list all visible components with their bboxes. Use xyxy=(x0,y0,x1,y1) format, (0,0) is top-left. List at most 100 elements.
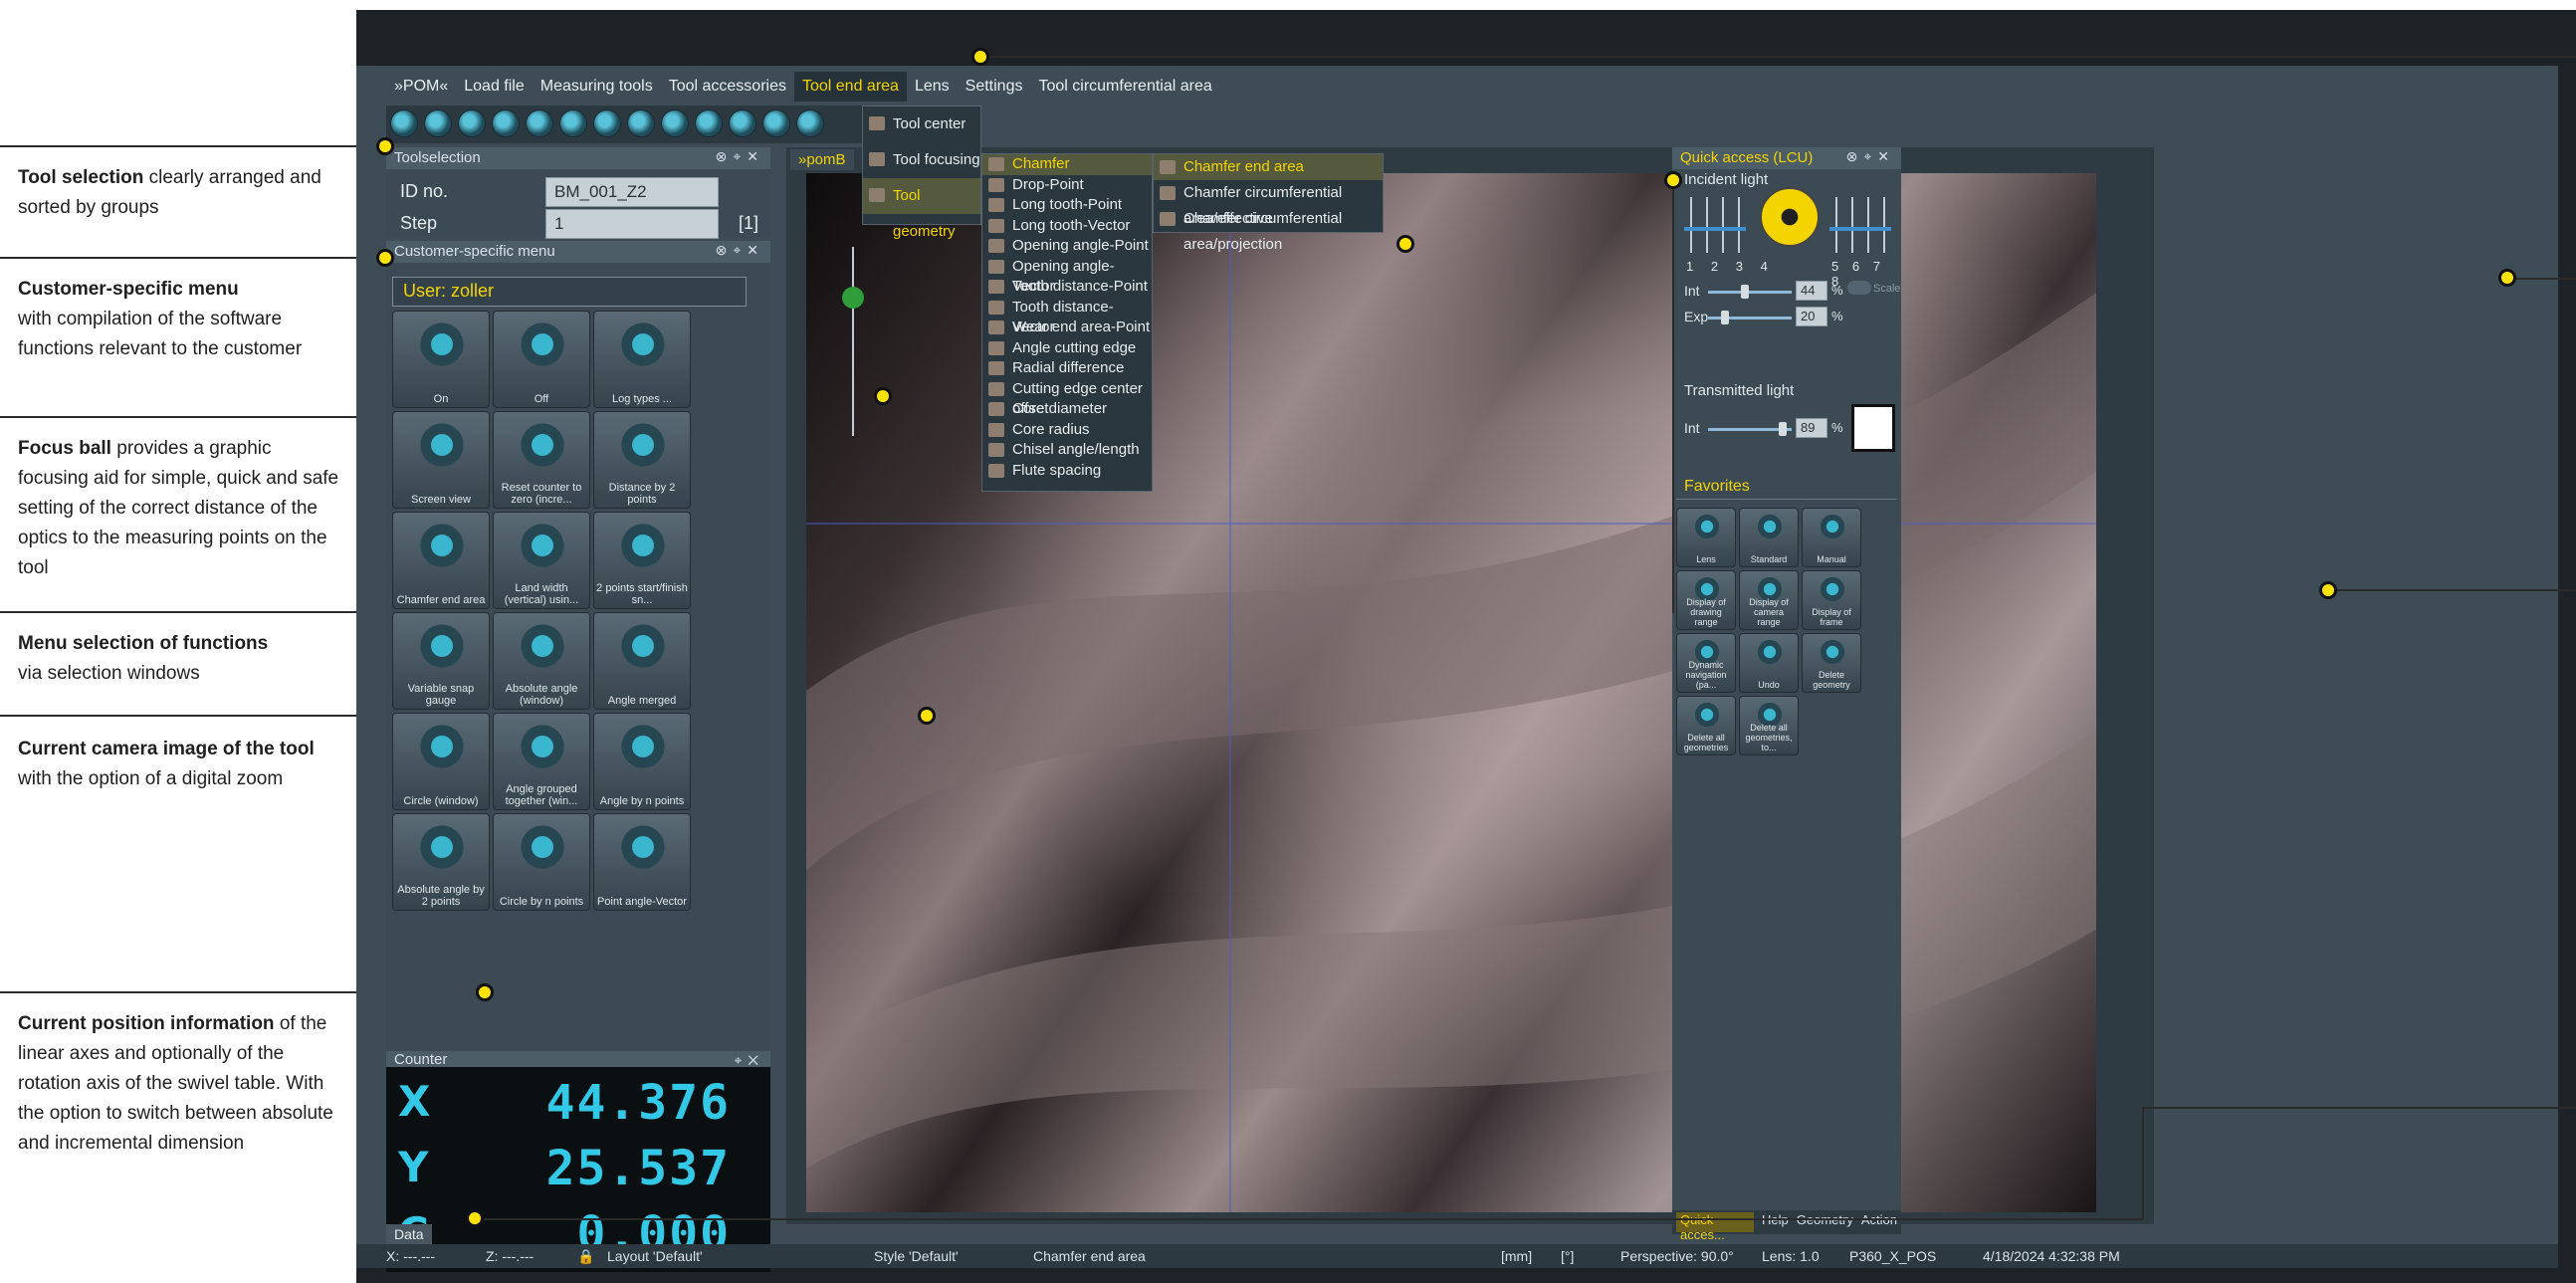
menu-item-geometry[interactable]: Flute spacing xyxy=(982,461,1152,482)
menu-measuring-tools[interactable]: Measuring tools xyxy=(533,72,661,102)
function-tile[interactable]: Angle grouped together (win... xyxy=(493,713,590,810)
menu-item-geometry[interactable]: Core diameter xyxy=(982,399,1152,420)
function-tile[interactable]: Off xyxy=(493,311,590,408)
backlight-icon[interactable] xyxy=(1851,404,1895,452)
menu-item-geometry[interactable]: Drop-Point xyxy=(982,175,1152,196)
function-tile[interactable]: Absolute angle (window) xyxy=(493,612,590,710)
menu-item-geometry[interactable]: Chisel angle/length xyxy=(982,440,1152,461)
panel-controls-icon[interactable]: ⊗⌖✕ xyxy=(1846,148,1895,165)
menu-pom[interactable]: »POM« xyxy=(386,72,456,102)
function-tile[interactable]: Distance by 2 points xyxy=(593,411,691,509)
favorite-tile[interactable]: Standard xyxy=(1739,508,1799,567)
menu-item-geometry[interactable]: Long tooth-Vector xyxy=(982,216,1152,237)
function-tile[interactable]: Screen view xyxy=(392,411,490,509)
menu-item-chamfer-circ-effective[interactable]: Chamfer circumferential area/effective xyxy=(1154,180,1383,227)
menu-lens[interactable]: Lens xyxy=(907,72,958,102)
light-mode-icon[interactable] xyxy=(526,109,553,137)
scale-toggle[interactable] xyxy=(1847,281,1871,295)
light-mode-icon[interactable] xyxy=(390,109,418,137)
viewer-tab[interactable]: »pomB xyxy=(790,149,854,170)
exp-input[interactable]: 20 xyxy=(1796,307,1827,326)
int-input[interactable]: 44 xyxy=(1796,281,1827,301)
menu-tool-end-area[interactable]: Tool end area xyxy=(793,72,907,102)
favorite-tile[interactable]: Manual xyxy=(1802,508,1861,567)
menu-item-geometry[interactable]: Long tooth-Point xyxy=(982,195,1152,216)
favorite-tile[interactable]: Display of frame xyxy=(1802,570,1861,630)
step-select[interactable]: 1 xyxy=(545,209,719,239)
menu-settings[interactable]: Settings xyxy=(958,72,1031,102)
status-position[interactable]: P360_X_POS xyxy=(1849,1248,1936,1264)
favorite-tile[interactable]: Lens xyxy=(1676,508,1736,567)
menu-item-geometry[interactable]: Radial difference xyxy=(982,358,1152,379)
tab-help[interactable]: Help xyxy=(1762,1212,1789,1232)
menu-item-geometry[interactable]: Chamfer xyxy=(982,154,1152,175)
favorite-tile[interactable]: Dynamic navigation (pa... xyxy=(1676,633,1736,693)
function-tile[interactable]: Circle (window) xyxy=(392,713,490,810)
function-tile[interactable]: Point angle-Vector xyxy=(593,813,691,911)
zoom-level-button[interactable] xyxy=(627,109,655,137)
menu-item-geometry[interactable]: Tooth distance-Point xyxy=(982,277,1152,298)
function-tile[interactable]: Circle by n points xyxy=(493,813,590,911)
transmitted-int-slider[interactable] xyxy=(1708,422,1792,436)
function-tile[interactable]: Angle merged xyxy=(593,612,691,710)
light-mode-icon[interactable] xyxy=(593,109,621,137)
data-tab[interactable]: Data xyxy=(386,1224,432,1244)
menu-tool-circumferential-area[interactable]: Tool circumferential area xyxy=(1030,72,1219,102)
menu-item-tool-geometry[interactable]: Tool geometry xyxy=(863,178,980,240)
menu-item-tool-center[interactable]: Tool center xyxy=(863,107,980,142)
function-tile[interactable]: Chamfer end area xyxy=(392,512,490,609)
tab-geometry[interactable]: Geometry xyxy=(1797,1212,1853,1232)
zoom-level-button[interactable] xyxy=(762,109,790,137)
channel-sliders-right[interactable] xyxy=(1829,197,1893,253)
zoom-level-button[interactable] xyxy=(729,109,756,137)
function-tile[interactable]: Variable snap gauge xyxy=(392,612,490,710)
menu-tool-accessories[interactable]: Tool accessories xyxy=(661,72,794,102)
tab-action[interactable]: Action xyxy=(1861,1212,1897,1232)
favorite-tile[interactable]: Undo xyxy=(1739,633,1799,693)
function-tile[interactable]: Angle by n points xyxy=(593,713,691,810)
exp-slider-knob[interactable] xyxy=(1721,311,1729,324)
channel-sliders-left[interactable] xyxy=(1684,197,1764,253)
light-mode-icon[interactable] xyxy=(492,109,520,137)
menu-item-geometry[interactable]: Core radius xyxy=(982,420,1152,441)
light-mode-icon[interactable] xyxy=(458,109,486,137)
menu-item-geometry[interactable]: Cutting edge center offset xyxy=(982,379,1152,417)
menu-item-chamfer-end-area[interactable]: Chamfer end area xyxy=(1154,154,1383,180)
focus-ball[interactable] xyxy=(842,287,864,309)
function-tile[interactable]: Log types ... xyxy=(593,311,691,408)
id-input[interactable]: BM_001_Z2 xyxy=(545,177,719,207)
lock-icon[interactable]: 🔒 xyxy=(577,1248,594,1265)
light-mode-icon[interactable] xyxy=(559,109,587,137)
exp-slider[interactable] xyxy=(1708,311,1792,324)
favorite-tile[interactable]: Delete all geometries, to... xyxy=(1739,696,1799,755)
light-mode-icon[interactable] xyxy=(424,109,452,137)
function-tile[interactable]: Land width (vertical) usin... xyxy=(493,512,590,609)
zoom-level-button[interactable] xyxy=(796,109,824,137)
zoom-level-button[interactable] xyxy=(661,109,689,137)
function-tile[interactable]: Absolute angle by 2 points xyxy=(392,813,490,911)
menu-item-geometry[interactable]: Opening angle-Vector xyxy=(982,257,1152,295)
function-tile[interactable]: On xyxy=(392,311,490,408)
ring-light-icon[interactable] xyxy=(1760,187,1820,247)
favorite-tile[interactable]: Display of camera range xyxy=(1739,570,1799,630)
favorite-tile[interactable]: Display of drawing range xyxy=(1676,570,1736,630)
function-tile[interactable]: 2 points start/finish sn... xyxy=(593,512,691,609)
menu-item-geometry[interactable]: Opening angle-Point xyxy=(982,236,1152,257)
user-select[interactable]: User: zoller xyxy=(392,277,747,307)
menu-item-tool-focusing[interactable]: Tool focusing xyxy=(863,142,980,178)
panel-controls-icon[interactable]: ⊗⌖✕ xyxy=(716,242,764,259)
zoom-level-button[interactable] xyxy=(695,109,723,137)
menu-item-geometry[interactable]: Tooth distance-Vector xyxy=(982,298,1152,335)
menu-load-file[interactable]: Load file xyxy=(456,72,533,102)
int-slider[interactable] xyxy=(1708,285,1792,299)
function-tile[interactable]: Reset counter to zero (incre... xyxy=(493,411,590,509)
menu-item-geometry[interactable]: Angle cutting edge xyxy=(982,338,1152,359)
menu-item-geometry[interactable]: Wear end area-Point xyxy=(982,318,1152,338)
tab-quick-access[interactable]: Quick acces... xyxy=(1676,1212,1755,1242)
menu-item-chamfer-circ-projection[interactable]: Chamfer circumferential area/projection xyxy=(1154,206,1383,253)
int-slider-knob[interactable] xyxy=(1741,285,1749,299)
transmitted-int-slider-knob[interactable] xyxy=(1779,422,1787,436)
t-int-input[interactable]: 89 xyxy=(1796,418,1827,438)
favorite-tile[interactable]: Delete geometry xyxy=(1802,633,1861,693)
favorite-tile[interactable]: Delete all geometries xyxy=(1676,696,1736,755)
